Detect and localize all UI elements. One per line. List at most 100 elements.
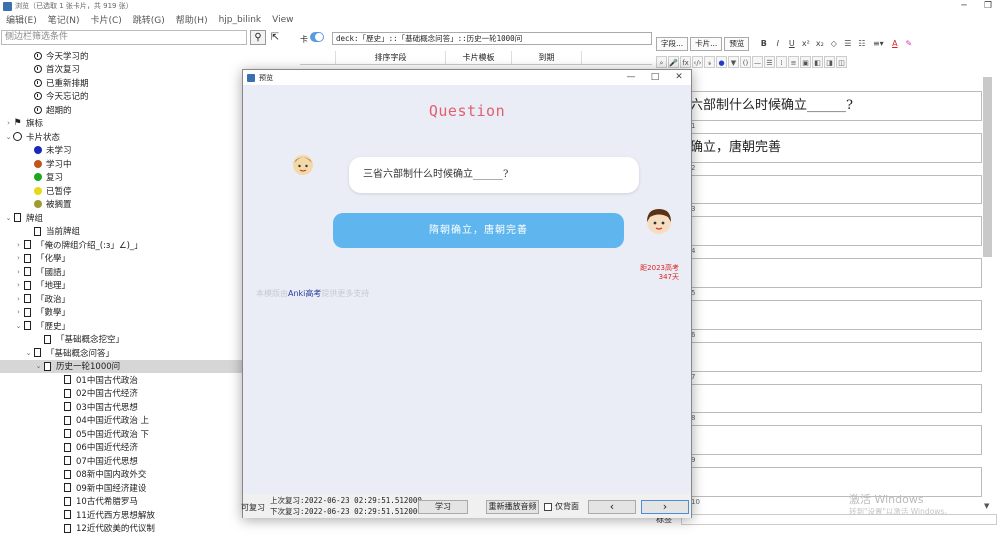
- underline-icon[interactable]: U: [785, 37, 798, 50]
- editor-tool-icon[interactable]: ⌕: [656, 56, 667, 68]
- tags-input[interactable]: [681, 514, 997, 525]
- chevron-right-icon[interactable]: ›: [14, 254, 23, 262]
- back-only-checkbox[interactable]: 仅背面: [544, 501, 579, 512]
- chevron-right-icon[interactable]: ›: [4, 119, 13, 127]
- menu-bilink[interactable]: hjp_bilink: [219, 15, 262, 25]
- minimize-button[interactable]: ─: [952, 0, 976, 12]
- chevron-down-icon[interactable]: ⌄: [4, 214, 13, 222]
- numbered-list-icon[interactable]: ☷: [855, 37, 868, 50]
- sidebar-item[interactable]: › ⚑ 旗标: [0, 117, 242, 131]
- editor-tool-icon[interactable]: —: [752, 56, 763, 68]
- sidebar-item[interactable]: 复习: [0, 171, 242, 185]
- editor-scrollbar[interactable]: [983, 77, 992, 257]
- replay-audio-button[interactable]: 重新播放音频: [486, 500, 539, 514]
- cards-notes-toggle[interactable]: [310, 32, 324, 42]
- sidebar-item[interactable]: 已重新排期: [0, 76, 242, 90]
- editor-tool-icon[interactable]: ●: [716, 56, 727, 68]
- chevron-right-icon[interactable]: ›: [14, 241, 23, 249]
- sidebar-item[interactable]: ⌄ 历史一轮1000问: [0, 359, 242, 373]
- note-field[interactable]: 确立，唐朝完善: [686, 132, 982, 163]
- editor-tool-icon[interactable]: ◨: [824, 56, 835, 68]
- preview-button[interactable]: 预览: [724, 36, 750, 51]
- chevron-right-icon[interactable]: ›: [14, 308, 23, 316]
- sidebar-item[interactable]: 04中国近代政治 上: [0, 414, 242, 428]
- note-field[interactable]: [686, 216, 982, 247]
- column-header-blank[interactable]: [300, 51, 336, 64]
- fields-button[interactable]: 字段...: [656, 36, 689, 51]
- note-field[interactable]: [686, 258, 982, 288]
- editor-tool-icon[interactable]: 𝔰: [704, 56, 715, 68]
- sidebar-item[interactable]: 08新中国内政外交: [0, 468, 242, 482]
- cards-button[interactable]: 卡片...: [690, 36, 723, 51]
- note-field[interactable]: [686, 174, 982, 205]
- note-field[interactable]: [686, 425, 982, 456]
- sidebar-search-input[interactable]: 侧边栏筛选条件: [1, 30, 247, 45]
- sidebar-item[interactable]: › 「化學」: [0, 252, 242, 266]
- bold-icon[interactable]: B: [757, 37, 770, 50]
- eraser-icon[interactable]: ◇: [827, 37, 840, 50]
- credit-link[interactable]: Anki高考: [288, 289, 321, 298]
- sidebar-item[interactable]: 03中国古代思想: [0, 400, 242, 414]
- subscript-icon[interactable]: x₂: [813, 37, 826, 50]
- sidebar-item[interactable]: 已暂停: [0, 184, 242, 198]
- next-card-button[interactable]: ›: [641, 500, 689, 514]
- editor-tool-icon[interactable]: 🎤: [668, 56, 679, 68]
- note-field[interactable]: [686, 341, 982, 372]
- editor-tool-icon[interactable]: ⁞: [776, 56, 787, 68]
- select-mode-icon[interactable]: ⇱: [268, 30, 282, 45]
- chevron-down-icon[interactable]: ⌄: [14, 322, 23, 330]
- sidebar-item[interactable]: 今天学习的: [0, 49, 242, 63]
- italic-icon[interactable]: I: [771, 37, 784, 50]
- chevron-right-icon[interactable]: ›: [14, 281, 23, 289]
- chevron-right-icon[interactable]: ›: [14, 295, 23, 303]
- sidebar-item[interactable]: 「基础概念挖空」: [0, 333, 242, 347]
- sidebar-item[interactable]: 未学习: [0, 144, 242, 158]
- column-header-card-template[interactable]: 卡片模板: [446, 51, 512, 64]
- sidebar-item[interactable]: › 「政治」: [0, 292, 242, 306]
- sidebar-item[interactable]: 首次复习: [0, 63, 242, 77]
- minimize-button[interactable]: —: [619, 70, 643, 85]
- chevron-right-icon[interactable]: ›: [14, 268, 23, 276]
- sidebar-item[interactable]: ⌄ 牌组: [0, 211, 242, 225]
- note-field[interactable]: [686, 383, 982, 414]
- editor-tool-icon[interactable]: fx: [680, 56, 691, 68]
- sidebar-item[interactable]: 01中国古代政治: [0, 373, 242, 387]
- bullet-list-icon[interactable]: ☰: [841, 37, 854, 50]
- sidebar-item[interactable]: › 「俺の牌组介绍_(:з」∠)_」: [0, 238, 242, 252]
- sidebar-item[interactable]: › 「數學」: [0, 306, 242, 320]
- editor-tool-icon[interactable]: ☰: [764, 56, 775, 68]
- note-field[interactable]: [686, 300, 982, 330]
- text-color-icon[interactable]: A: [888, 37, 901, 50]
- sidebar-item[interactable]: ⌄ 「歷史」: [0, 319, 242, 333]
- sidebar-item[interactable]: 11近代西方思想解放: [0, 508, 242, 522]
- chevron-down-icon[interactable]: ⌄: [4, 133, 13, 141]
- sidebar-item[interactable]: 09新中国经济建设: [0, 481, 242, 495]
- sidebar-item[interactable]: › 「國語」: [0, 265, 242, 279]
- note-field[interactable]: 六部制什么时候确立______?: [686, 91, 982, 121]
- sidebar-item[interactable]: 07中国近代思想: [0, 454, 242, 468]
- sidebar-item[interactable]: 当前牌组: [0, 225, 242, 239]
- sidebar-item[interactable]: › 「地理」: [0, 279, 242, 293]
- menu-cards[interactable]: 卡片(C): [90, 13, 121, 26]
- editor-tool-icon[interactable]: ‹/›: [692, 56, 703, 68]
- sidebar-item[interactable]: ⌄ 「基础概念问答」: [0, 346, 242, 360]
- study-button[interactable]: 学习: [418, 500, 468, 514]
- highlight-icon[interactable]: ✎: [902, 37, 915, 50]
- prev-card-button[interactable]: ‹: [588, 500, 636, 514]
- sidebar-item[interactable]: ⌄ 卡片状态: [0, 130, 242, 144]
- sidebar-item[interactable]: 超期的: [0, 103, 242, 117]
- scroll-down-icon[interactable]: ▼: [984, 502, 989, 510]
- column-header-due[interactable]: 到期: [512, 51, 582, 64]
- menu-notes[interactable]: 笔记(N): [48, 13, 80, 26]
- menu-go[interactable]: 跳转(G): [133, 13, 165, 26]
- search-query-input[interactable]: deck:「歷史」::「基础概念问答」::历史一轮1000问: [332, 32, 652, 45]
- checkbox-box[interactable]: [544, 502, 552, 511]
- editor-tool-icon[interactable]: (): [740, 56, 751, 68]
- maximize-button[interactable]: □: [643, 70, 667, 85]
- sidebar-item[interactable]: 被搁置: [0, 198, 242, 212]
- close-button[interactable]: ✕: [667, 70, 691, 85]
- editor-tool-icon[interactable]: ▼: [728, 56, 739, 68]
- editor-tool-icon[interactable]: ▣: [800, 56, 811, 68]
- sidebar-item[interactable]: 10古代希腊罗马: [0, 495, 242, 509]
- editor-tool-icon[interactable]: ◧: [812, 56, 823, 68]
